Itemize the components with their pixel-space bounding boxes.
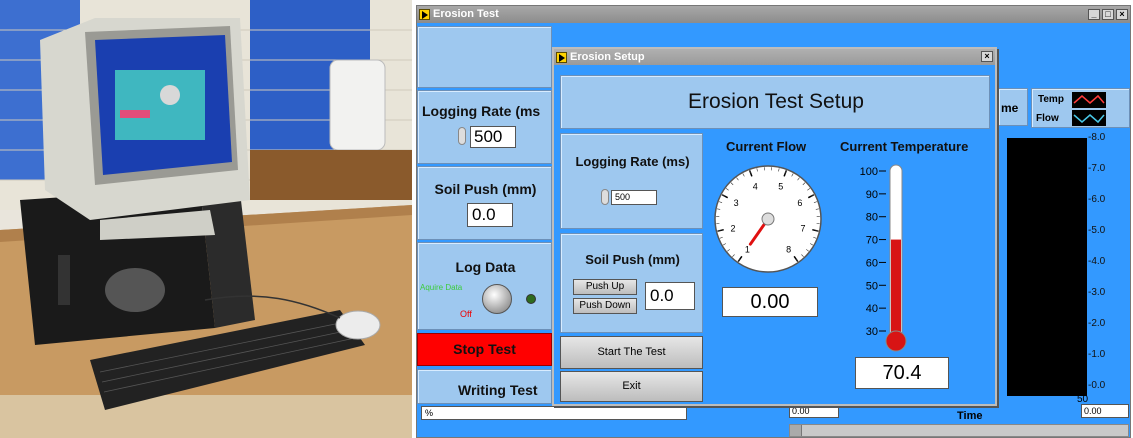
gauge-tick-label: 5 (778, 181, 783, 191)
x-min-field[interactable]: 0.00 (789, 404, 839, 418)
log-data-label: Log Data (455, 259, 516, 275)
setup-logging-rate-panel: Logging Rate (ms) 500 (560, 133, 703, 229)
chart-legend: Temp Flow (1031, 88, 1130, 128)
gauge-tick-label: 4 (753, 181, 758, 191)
thermometer-tick-label: 100 (860, 166, 878, 178)
legend-flow-label: Flow (1036, 113, 1059, 124)
off-label: Off (460, 309, 472, 319)
y-axis-tick: -5.0 (1088, 225, 1106, 236)
gauge-tick-label: 3 (734, 198, 739, 208)
acquire-data-label: Aquire Data (420, 283, 463, 292)
labview-icon (556, 52, 567, 63)
log-data-panel: Log Data Aquire Data Off (417, 242, 552, 330)
y-axis-tick: -2.0 (1088, 318, 1106, 329)
y-axis-tick: -0.0 (1088, 380, 1106, 391)
setup-logging-rate-label: Logging Rate (ms) (575, 154, 690, 169)
setup-heading-panel: Erosion Test Setup (560, 75, 990, 129)
log-data-knob[interactable] (482, 284, 512, 314)
main-top-panel (417, 26, 552, 88)
minimize-icon[interactable]: _ (1088, 9, 1100, 20)
status-path-field[interactable]: % (421, 406, 687, 420)
push-up-button[interactable]: Push Up (573, 279, 637, 295)
main-title-bar[interactable]: Erosion Test _ □ × (417, 6, 1130, 23)
y-axis-tick: -8.0 (1088, 132, 1106, 143)
gauge-tick-label: 7 (801, 223, 806, 233)
setup-logging-rate-input[interactable]: 500 (611, 190, 657, 205)
setup-heading: Erosion Test Setup (688, 90, 864, 113)
labview-icon (419, 9, 430, 20)
horizontal-scrollbar[interactable] (789, 424, 1129, 437)
stop-test-button[interactable]: Stop Test (417, 333, 552, 366)
thermometer-fill (891, 239, 901, 337)
close-icon[interactable]: × (981, 51, 993, 62)
push-down-button[interactable]: Push Down (573, 298, 637, 314)
setup-soil-push-input[interactable]: 0.0 (645, 282, 695, 310)
current-temperature-label: Current Temperature (840, 139, 969, 154)
log-data-led-icon (526, 294, 536, 304)
gauge-hub-icon (761, 212, 775, 226)
setup-title-bar[interactable]: Erosion Setup × (554, 49, 995, 65)
main-window-title: Erosion Test (433, 8, 499, 20)
chart-plot-area (1007, 138, 1087, 396)
thermometer-tick-label: 60 (866, 257, 878, 269)
scroll-left-arrow-icon[interactable] (790, 425, 802, 436)
gauge-tick-label: 1 (745, 245, 750, 255)
logging-rate-spinner[interactable] (458, 127, 466, 145)
gauge-tick-label: 8 (786, 245, 791, 255)
thermometer-tick-label: 30 (866, 326, 878, 338)
main-soil-push-label: Soil Push (mm) (434, 181, 537, 197)
chart-y-axis: -8.0 -7.0 -6.0 -5.0 -4.0 -3.0 -2.0 -1.0 -0.0 (1088, 132, 1128, 402)
writing-test-label: Writing Test (458, 382, 538, 398)
close-icon[interactable]: × (1116, 9, 1128, 20)
flow-gauge: 1 2 3 4 5 6 7 8 (714, 165, 822, 273)
main-logging-rate-input[interactable]: 500 (470, 126, 516, 148)
exit-button[interactable]: Exit (560, 371, 703, 402)
lab-computer-photo (0, 0, 412, 438)
main-soil-push-panel: Soil Push (mm) 0.0 (417, 166, 552, 240)
thermometer-tick-label: 50 (866, 280, 878, 292)
current-flow-label: Current Flow (726, 139, 807, 154)
setup-dialog-title: Erosion Setup (570, 51, 645, 63)
y-axis-tick: -3.0 (1088, 287, 1106, 298)
y-axis-tick: -7.0 (1088, 163, 1106, 174)
thermometer-tick-label: 70 (866, 235, 878, 247)
setup-soil-push-label: Soil Push (mm) (585, 252, 680, 267)
thermometer-bulb-icon (885, 330, 907, 352)
setup-logging-rate-spinner[interactable] (601, 189, 609, 205)
legend-flow-swatch (1072, 110, 1106, 126)
main-logging-rate-label: Logging Rate (ms (422, 103, 541, 119)
setup-soil-push-panel: Soil Push (mm) Push Up Push Down 0.0 (560, 233, 703, 333)
thermometer-tick-label: 90 (866, 189, 878, 201)
maximize-icon[interactable]: □ (1102, 9, 1114, 20)
time-toggle-button[interactable]: me (998, 88, 1028, 126)
writing-test-panel: Writing Test (417, 369, 552, 404)
x-axis-label: Time (957, 410, 983, 422)
computer-photo-illustration (0, 0, 412, 438)
y-axis-tick: -1.0 (1088, 349, 1106, 360)
flow-value-display: 0.00 (722, 287, 818, 317)
gauge-tick-label: 6 (797, 198, 802, 208)
legend-temp-label: Temp (1038, 94, 1064, 105)
erosion-setup-dialog: Erosion Setup × Erosion Test Setup Loggi… (552, 47, 997, 406)
thermometer-tick-label: 40 (866, 303, 878, 315)
main-soil-push-input[interactable]: 0.0 (467, 203, 513, 227)
temperature-value-display: 70.4 (855, 357, 949, 389)
y-axis-tick: -6.0 (1088, 194, 1106, 205)
start-test-button[interactable]: Start The Test (560, 336, 703, 369)
temperature-thermometer: 100 90 80 70 60 50 40 30 (860, 164, 907, 352)
legend-temp-swatch (1072, 92, 1106, 108)
y-axis-tick: -4.0 (1088, 256, 1106, 267)
x-max-field[interactable]: 0.00 (1081, 404, 1129, 418)
main-logging-rate-panel: Logging Rate (ms 500 (417, 90, 552, 164)
thermometer-tick-label: 80 (866, 212, 878, 224)
gauge-tick-label: 2 (730, 223, 735, 233)
